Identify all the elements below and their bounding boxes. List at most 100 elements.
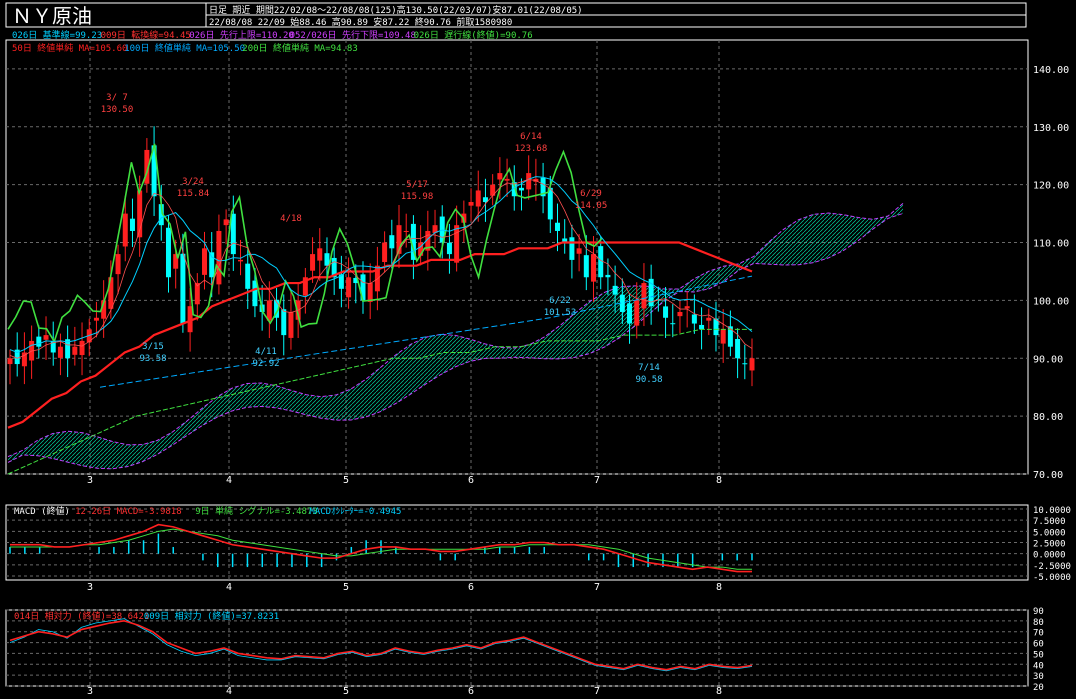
candle-body [223, 219, 229, 226]
x-tick-label: 8 [716, 475, 722, 486]
candle-body [569, 237, 575, 260]
macd-tick-label: -5.0000 [1033, 573, 1071, 583]
x-tick-label: 3 [87, 582, 93, 593]
annotation-value: 90.58 [635, 375, 662, 385]
x-tick-label: 5 [343, 475, 349, 486]
candle-body [180, 253, 186, 324]
candle-body [468, 202, 474, 206]
candle-body [605, 274, 611, 278]
candle-body [742, 363, 748, 365]
annotation-value: 101.53 [544, 308, 577, 318]
annotation-date: 3/ 7 [106, 93, 128, 103]
candle-body [684, 306, 690, 309]
rsi-tick-label: 70 [1033, 629, 1044, 639]
candle-body [367, 283, 373, 302]
annotation-date: 6/14 [520, 132, 542, 142]
x-tick-label: 6 [468, 686, 474, 697]
candle-body [454, 225, 460, 263]
candle-body [627, 303, 633, 324]
rsi-tick-label: 50 [1033, 650, 1044, 660]
x-tick-label: 3 [87, 475, 93, 486]
x-tick-label: 8 [716, 582, 722, 593]
legend-ichimoku-3: 052/026日 先行下限=109.48 [290, 29, 416, 41]
candle-body [129, 218, 135, 231]
chart-title: ＮＹ原油 [12, 4, 92, 28]
annotation-value: 115.98 [401, 192, 434, 202]
candle-body [526, 173, 532, 190]
candle-body [382, 242, 388, 263]
x-tick-label: 7 [594, 582, 600, 593]
candle-body [324, 253, 330, 266]
candle-body [735, 339, 741, 359]
candle-body [288, 311, 294, 338]
candle-body [518, 187, 524, 191]
candle-body [310, 254, 316, 271]
x-tick-label: 4 [226, 686, 232, 697]
candle-body [165, 227, 171, 278]
annotation-date: 4/18 [280, 214, 302, 224]
candle-body [317, 248, 323, 261]
candle-body [57, 346, 63, 358]
base-line [9, 176, 753, 354]
candle-body [216, 230, 222, 285]
legend-ichimoku-1: 009日 転換線=94.45 [101, 29, 191, 41]
macd-tick-label: 7.5000 [1033, 517, 1066, 527]
candle-body [691, 314, 697, 324]
legend-ma-0: 50日 終値単純 MA=105.60 [12, 42, 127, 54]
annotation-date: 4/11 [255, 347, 277, 357]
macd-tick-label: 5.0000 [1033, 528, 1066, 538]
candle-body [497, 173, 503, 180]
macd-tick-label: -2.5000 [1033, 562, 1071, 572]
candle-body [641, 283, 647, 309]
rsi-tick-label: 90 [1033, 607, 1044, 617]
rsi-tick-label: 80 [1033, 618, 1044, 628]
annotation-date: 5/17 [406, 180, 428, 190]
rsi-14-line [9, 620, 753, 671]
annotation-date: 7/14 [638, 363, 660, 373]
macd-tick-label: 0.0000 [1033, 551, 1066, 561]
macd-legend-0: MACD (終値) [14, 505, 70, 517]
candle-body [79, 340, 85, 356]
rsi-tick-label: 20 [1033, 683, 1044, 693]
annotation-value: 130.50 [101, 105, 134, 115]
y-tick-label: 110.00 [1033, 239, 1069, 250]
legend-ma-2: 200日 終値単純 MA=94.83 [242, 42, 357, 54]
x-tick-label: 8 [716, 686, 722, 697]
candle-body [403, 230, 409, 232]
period-info: 日足 期近 期間22/02/08～22/08/08(125)高130.50(22… [209, 4, 583, 16]
x-tick-label: 5 [343, 686, 349, 697]
candle-body [346, 277, 352, 298]
candle-body [93, 317, 99, 321]
rsi-legend-0: 014日 相対力 (終値)=38.6421 [14, 610, 149, 622]
y-tick-label: 90.00 [1033, 354, 1063, 365]
x-tick-label: 4 [226, 582, 232, 593]
rsi-tick-label: 40 [1033, 661, 1044, 671]
annotation-date: 6/29 [580, 189, 602, 199]
x-tick-label: 6 [468, 475, 474, 486]
candle-body [115, 254, 121, 275]
rsi-legend-1: 009日 相対力 (終値)=37.8231 [144, 610, 279, 622]
candle-body [43, 335, 49, 340]
candle-body [245, 263, 251, 289]
candle-body [504, 178, 510, 181]
candle-body [230, 213, 236, 255]
candle-body [583, 255, 589, 278]
candle-body [7, 358, 13, 365]
annotation-date: 3/15 [142, 342, 164, 352]
ny-crude-oil-chart: ＮＹ原油 日足 期近 期間22/02/08～22/08/08(125)高130.5… [5, 2, 1071, 697]
candle-body [554, 222, 560, 231]
rsi-tick-label: 30 [1033, 672, 1044, 682]
annotation-value: 92.92 [252, 359, 279, 369]
legend-ichimoku-2: 026日 先行上限=110.20 [189, 29, 294, 41]
candle-body [749, 358, 755, 371]
y-tick-label: 130.00 [1033, 123, 1069, 134]
x-tick-label: 6 [468, 582, 474, 593]
legend-ichimoku-0: 026日 基準線=99.23 [12, 29, 102, 41]
annotation-value: 123.68 [515, 144, 548, 154]
candle-body [446, 242, 452, 255]
candle-body [122, 213, 128, 247]
candle-body [281, 309, 287, 336]
x-tick-label: 3 [87, 686, 93, 697]
candle-body [634, 300, 640, 326]
candle-body [72, 346, 78, 355]
